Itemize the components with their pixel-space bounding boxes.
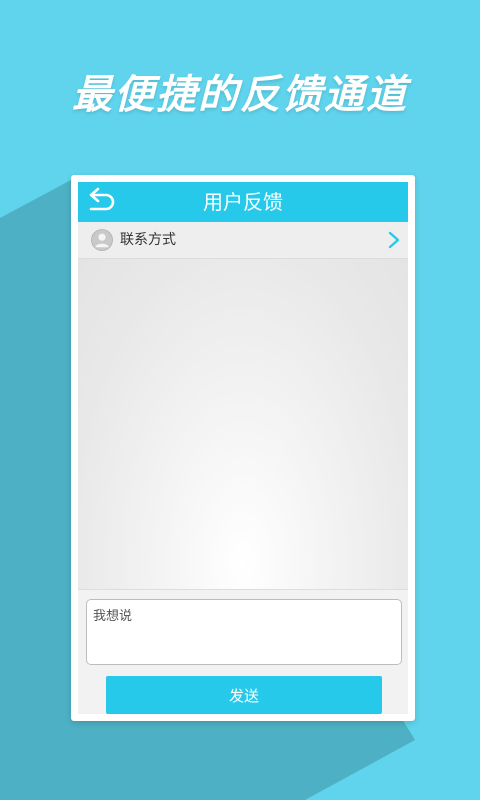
page-title: 用户反馈 bbox=[203, 190, 283, 214]
title-bar: 用户反馈 bbox=[78, 182, 408, 222]
messages-area bbox=[78, 259, 408, 589]
user-avatar-icon bbox=[91, 229, 113, 251]
app-screen: 用户反馈 联系方式 发送 bbox=[78, 182, 408, 714]
phone-frame: 用户反馈 联系方式 发送 bbox=[71, 175, 415, 721]
promo-title: 最便捷的反馈通道 bbox=[72, 72, 408, 118]
contact-info-label: 联系方式 bbox=[120, 232, 176, 248]
back-button[interactable] bbox=[84, 186, 118, 218]
send-button[interactable]: 发送 bbox=[106, 676, 382, 714]
feedback-input[interactable] bbox=[86, 599, 402, 665]
chevron-right-icon bbox=[388, 231, 400, 249]
compose-area: 发送 bbox=[78, 589, 408, 714]
back-arrow-icon bbox=[89, 187, 115, 211]
contact-info-row[interactable]: 联系方式 bbox=[78, 222, 408, 259]
